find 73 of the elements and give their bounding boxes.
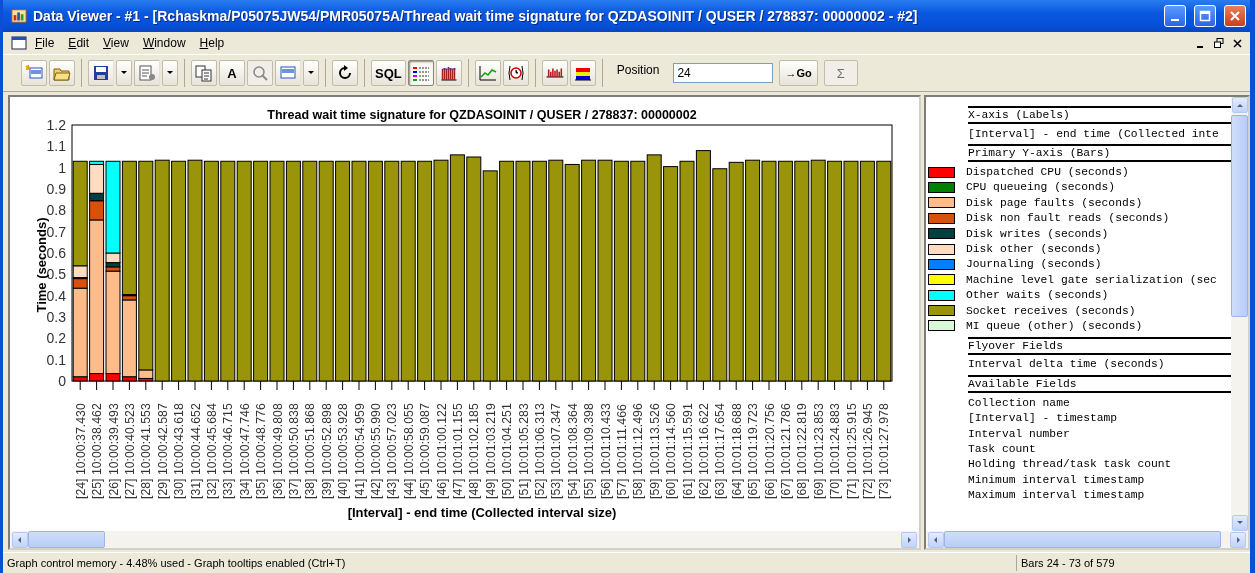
x-tick-label: [64] 10:01:18.688: [729, 403, 744, 499]
x-tick-label: [39] 10:00:52.898: [319, 403, 334, 499]
bars-range: Bars 24 - 73 of 579: [1016, 555, 1250, 571]
x-tick-label: [40] 10:00:53.928: [336, 403, 351, 499]
x-tick-label: [66] 10:01:20.756: [762, 403, 777, 499]
x-tick-label: [38] 10:00:51.868: [303, 403, 318, 499]
x-tick-label: [30] 10:00:43.618: [172, 403, 187, 499]
x-tick-label: [42] 10:00:55.990: [368, 403, 383, 499]
x-tick-label: [47] 10:01:01.155: [450, 403, 465, 499]
x-tick-label: [54] 10:01:08.364: [565, 403, 580, 499]
section-header: Primary Y-axis (Bars): [968, 144, 1231, 163]
section-header: Available Fields: [968, 375, 1231, 394]
x-tick-label: [37] 10:00:50.838: [286, 403, 301, 499]
x-tick-label: [56] 10:01:10.433: [598, 403, 613, 499]
y-tick-label: 1: [58, 159, 66, 176]
x-tick-label: [26] 10:00:39.493: [106, 403, 121, 499]
x-tick-label: [46] 10:01:00.122: [434, 403, 449, 499]
y-tick-label: 0.3: [46, 309, 66, 325]
x-tick-label: [33] 10:00:46.715: [221, 403, 236, 499]
x-tick-label: [50] 10:01:04.251: [500, 403, 515, 499]
x-tick-label: [32] 10:00:45.684: [204, 403, 219, 499]
y-tick-label: 0.2: [46, 330, 66, 347]
x-tick-label: [51] 10:01:05.283: [516, 403, 531, 499]
x-tick-label: [43] 10:00:57.023: [385, 403, 400, 499]
x-tick-label: [31] 10:00:44.652: [188, 403, 203, 499]
y-tick-label: 0: [58, 373, 66, 389]
y-tick-label: 0.4: [46, 287, 66, 304]
x-tick-label: [24] 10:00:37.430: [73, 403, 88, 499]
x-tick-label: [57] 10:01:11.466: [614, 404, 629, 499]
x-tick-label: [29] 10:00:42.587: [155, 403, 170, 499]
y-tick-label: 1.2: [46, 117, 66, 133]
x-tick-label: [44] 10:00:58.055: [401, 403, 416, 499]
x-tick-label: [59] 10:01:13.526: [647, 403, 662, 499]
chart-title: Thread wait time signature for QZDASOINIT / QUSER / 278837: 00000002: [267, 108, 697, 122]
y-tick-label: 0.9: [46, 181, 66, 197]
y-tick-label: 0.7: [46, 223, 66, 240]
x-tick-label: [53] 10:01:07.347: [549, 403, 564, 499]
x-tick-label: [68] 10:01:22.819: [795, 403, 810, 499]
x-tick-label: [34] 10:00:47.746: [237, 403, 252, 499]
x-tick-label: [60] 10:01:14.560: [664, 403, 679, 499]
y-tick-label: 1.1: [46, 138, 66, 155]
section-header: X-axis (Labels): [968, 106, 1231, 124]
x-tick-label: [48] 10:01:02.185: [467, 403, 482, 499]
x-tick-label: [62] 10:01:16.622: [696, 403, 711, 499]
y-tick-label: 0.6: [46, 245, 66, 261]
x-tick-label: [69] 10:01:23.853: [811, 403, 826, 499]
x-axis-label: [Interval] - end time (Collected interval size): [347, 505, 617, 520]
y-tick-label: 0.8: [46, 202, 66, 219]
x-tick-label: [70] 10:01:24.883: [828, 403, 843, 499]
x-tick-label: [27] 10:00:40.523: [122, 403, 137, 499]
y-tick-label: 0.5: [46, 266, 66, 283]
x-tick-label: [65] 10:01:19.723: [746, 403, 761, 499]
x-tick-label: [28] 10:00:41.553: [139, 403, 154, 499]
x-tick-label: [45] 10:00:59.087: [418, 403, 433, 499]
x-tick-label: [41] 10:00:54.959: [352, 403, 367, 499]
section-header: Flyover Fields: [968, 336, 1231, 355]
x-tick-label: [25] 10:00:38.462: [90, 403, 105, 499]
x-tick-label: [73] 10:01:27.978: [877, 403, 892, 499]
x-tick-label: [55] 10:01:09.398: [582, 403, 597, 499]
x-tick-label: [71] 10:01:25.915: [844, 403, 859, 499]
window-title: Data Viewer - #1 - [Rchaskma/P05075JW54/PMR05075A/Thread wait time signature for QZDASOINIT / QUSER / 278837: 00000002 - #2]: [33, 8, 919, 24]
y-tick-label: 0.1: [46, 351, 66, 368]
position-label: Position: [616, 63, 660, 77]
x-tick-label: [67] 10:01:21.786: [778, 403, 793, 499]
x-tick-label: [72] 10:01:26.945: [860, 403, 875, 499]
x-tick-label: [35] 10:00:48.776: [254, 403, 269, 499]
x-tick-label: [36] 10:00:49.808: [270, 403, 285, 499]
x-tick-label: [58] 10:01:12.496: [631, 403, 646, 499]
x-tick-label: [61] 10:01:15.591: [680, 403, 695, 499]
x-tick-label: [52] 10:01:06.313: [532, 403, 547, 499]
x-tick-label: [49] 10:01:03.219: [483, 403, 498, 499]
status-message: Graph control memory - 4.48% used - Graph tooltips enabled (Ctrl+T): [6, 556, 347, 571]
x-tick-label: [63] 10:01:17.654: [713, 403, 728, 499]
